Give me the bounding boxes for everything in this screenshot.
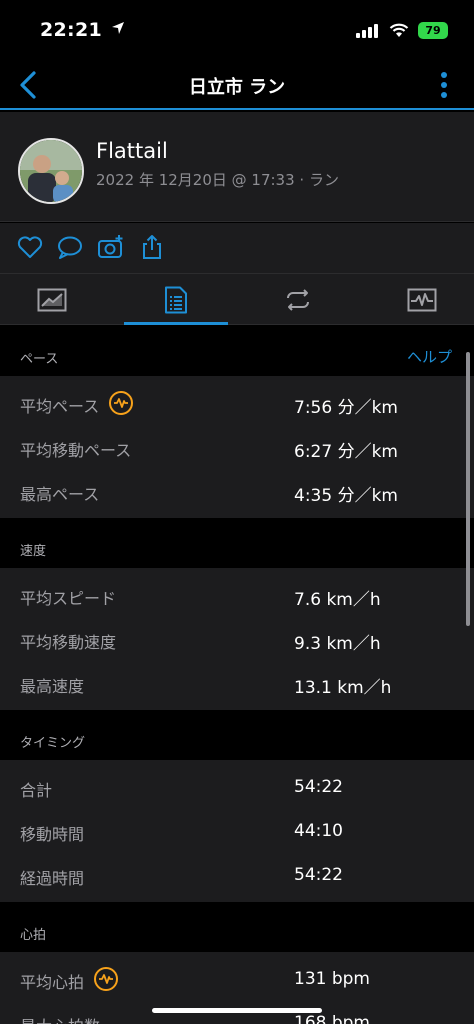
page-title: 日立市 ラン (188, 77, 286, 98)
tab-laps[interactable] (246, 274, 350, 326)
stat-row-avg-heart-rate: 平均心拍 131 bpm (0, 957, 474, 1001)
stat-value: 131 bpm (294, 969, 370, 989)
stat-value: 9.3 km／h (294, 634, 381, 654)
section-header-heart-rate: 心拍 (0, 902, 474, 952)
heart-rate-sensor-icon[interactable] (109, 391, 134, 415)
stats-list-icon (165, 286, 187, 314)
status-bar: 22:21 79 (0, 0, 474, 62)
heart-rate-sensor-icon[interactable] (94, 967, 119, 991)
stat-label: 平均ペース (20, 391, 134, 417)
stat-row-elapsed-time: 経過時間 54:22 (0, 853, 474, 897)
camera-add-icon[interactable] (97, 233, 125, 261)
stat-value: 54:22 (294, 865, 343, 885)
help-link[interactable]: ヘルプ (407, 346, 452, 367)
cellular-signal-icon (356, 23, 378, 38)
section-title: タイミング (20, 736, 86, 751)
stat-row-max-speed: 最高速度 13.1 km／h (0, 661, 474, 705)
activity-graph-icon (407, 288, 437, 312)
status-time-text: 22:21 (40, 19, 102, 41)
stat-row-avg-moving-speed: 平均移動速度 9.3 km／h (0, 617, 474, 661)
action-row (0, 223, 474, 273)
avatar-photo (20, 140, 82, 202)
comment-icon[interactable] (56, 233, 84, 261)
stat-label: 平均スピード (20, 589, 117, 608)
stat-label: 平均移動速度 (20, 633, 117, 652)
tab-stats[interactable] (124, 274, 228, 326)
stat-value: 4:35 分／km (294, 486, 398, 506)
home-indicator[interactable] (152, 1008, 322, 1013)
stat-label: 最高速度 (20, 677, 85, 696)
nav-bar: 日立市 ラン (0, 62, 474, 110)
battery-level: 79 (425, 24, 441, 37)
more-vertical-icon[interactable] (438, 70, 450, 100)
stat-label: 経過時間 (20, 869, 85, 888)
section-header-timing: タイミング (0, 710, 474, 760)
section-header-pace: ペース ヘルプ (0, 326, 474, 376)
battery-icon: 79 (418, 22, 448, 39)
section-title: 心拍 (20, 928, 47, 943)
heart-icon[interactable] (16, 233, 44, 261)
stat-row-avg-pace: 平均ペース 7:56 分／km (0, 381, 474, 425)
stat-value: 7:56 分／km (294, 398, 398, 418)
section-header-speed: 速度 (0, 518, 474, 568)
activity-date: 2022 年 12月20日 @ 17:33 · ラン (96, 171, 339, 189)
laps-icon (287, 289, 309, 311)
tab-overview[interactable] (0, 274, 104, 326)
avatar[interactable] (18, 138, 84, 204)
stat-label: 最大心拍数 (20, 1013, 100, 1024)
stat-label: 合計 (20, 781, 53, 800)
stat-value: 7.6 km／h (294, 590, 381, 610)
status-indicators: 79 (356, 22, 448, 39)
stat-row-best-pace: 最高ペース 4:35 分／km (0, 469, 474, 513)
user-name[interactable]: Flattail (96, 139, 168, 163)
stat-label-text: 平均ペース (20, 397, 100, 416)
tab-charts[interactable] (370, 274, 474, 326)
stat-value: 54:22 (294, 777, 343, 797)
location-arrow-icon (111, 22, 124, 34)
stat-label: 最高ペース (20, 485, 100, 504)
stat-label-text: 平均心拍 (20, 973, 85, 992)
stats-content[interactable]: ペース ヘルプ 平均ペース 7:56 分／km 平均移動ペース 6:27 分／k… (0, 326, 474, 1024)
chart-card-icon (37, 288, 67, 312)
stat-row-avg-moving-pace: 平均移動ペース 6:27 分／km (0, 425, 474, 469)
stat-value: 44:10 (294, 821, 343, 841)
section-title: ペース (20, 352, 59, 367)
stat-row-total-time: 合計 54:22 (0, 765, 474, 809)
stat-row-avg-speed: 平均スピード 7.6 km／h (0, 573, 474, 617)
scrollbar[interactable] (466, 352, 470, 626)
stat-value: 168 bpm (294, 1013, 370, 1024)
stat-row-moving-time: 移動時間 44:10 (0, 809, 474, 853)
stat-label: 移動時間 (20, 825, 85, 844)
tab-indicator (124, 322, 228, 325)
tab-row (0, 273, 474, 325)
section-title: 速度 (20, 544, 47, 559)
share-icon[interactable] (138, 233, 166, 261)
status-time: 22:21 (40, 19, 125, 41)
stat-value: 6:27 分／km (294, 442, 398, 462)
stat-label: 平均心拍 (20, 967, 119, 993)
stat-value: 13.1 km／h (294, 678, 392, 698)
wifi-icon (389, 23, 409, 37)
activity-header: Flattail 2022 年 12月20日 @ 17:33 · ラン (0, 112, 474, 222)
stat-label: 平均移動ペース (20, 441, 132, 460)
